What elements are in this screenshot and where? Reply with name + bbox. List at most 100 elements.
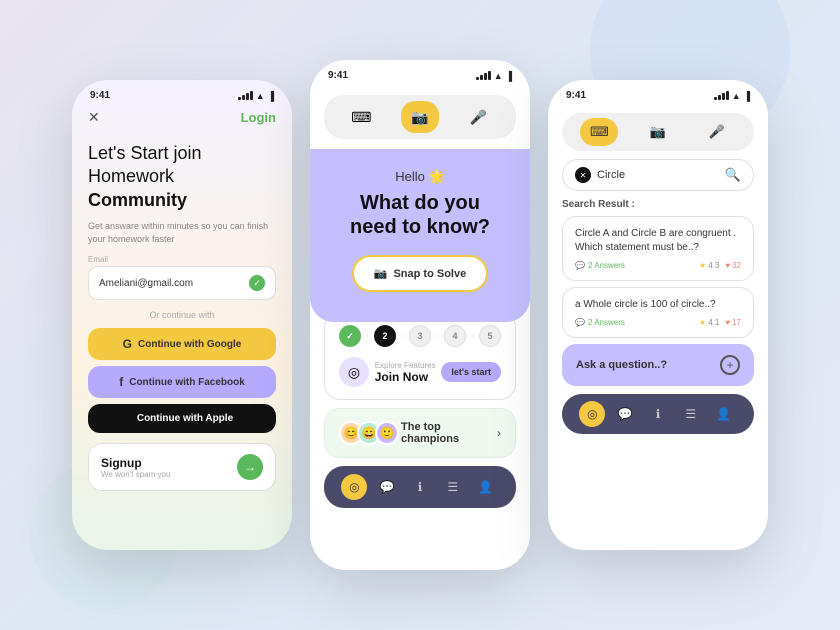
ask-question-card[interactable]: Ask a question..? + xyxy=(562,344,754,386)
nav-info-button[interactable]: ℹ xyxy=(407,474,433,500)
phones-container: 9:41 ▲ ▐ ✕ Login Let's Start joinHomewor… xyxy=(52,40,788,590)
camera-tool-btn-3[interactable]: 📷 xyxy=(639,118,677,146)
camera-tool-button[interactable]: 📷 xyxy=(401,101,439,133)
headline: Let's Start joinHomework Community xyxy=(72,134,292,216)
result-card-1[interactable]: Circle A and Circle B are congruent . Wh… xyxy=(562,216,754,281)
signup-title: Signup xyxy=(101,456,170,470)
nav-chat-button[interactable]: 💬 xyxy=(374,474,400,500)
status-icons-1: ▲ ▐ xyxy=(238,91,274,101)
ask-text: Ask a question..? xyxy=(576,359,667,371)
login-button[interactable]: Login xyxy=(241,110,276,125)
wifi-icon-3: ▲ xyxy=(732,91,741,101)
question-text: What do youneed to know? xyxy=(330,191,510,239)
email-label: Email xyxy=(72,255,292,266)
apple-login-button[interactable]: Continue with Apple xyxy=(88,404,276,433)
signup-subtitle: We won't spam you xyxy=(101,470,170,479)
close-button[interactable]: ✕ xyxy=(88,109,100,126)
heart-icon-1: ♥ xyxy=(725,261,730,270)
steps-row: ✓ 2 3 4 5 xyxy=(339,325,501,347)
clear-search-button[interactable]: ✕ xyxy=(575,167,591,183)
champion-avatar-3: 🙂 xyxy=(375,421,399,445)
battery-icon-1: ▐ xyxy=(268,91,274,101)
facebook-icon: f xyxy=(119,375,123,389)
search-result-label: Search Result : xyxy=(548,199,768,216)
signup-card[interactable]: Signup We won't spam you → xyxy=(88,443,276,491)
status-bar-3: 9:41 ▲ ▐ xyxy=(548,80,768,105)
explore-icon: ◎ xyxy=(339,357,369,387)
facebook-login-button[interactable]: f Continue with Facebook xyxy=(88,366,276,398)
rating-1: ★ 4.3 xyxy=(699,261,719,270)
result-card-2[interactable]: a Whole circle is 100 of circle..? 💬 2 A… xyxy=(562,287,754,338)
search-submit-button[interactable]: 🔍 xyxy=(725,167,741,183)
mic-tool-btn-3[interactable]: 🎤 xyxy=(698,118,736,146)
likes-1: ♥ 32 xyxy=(725,261,741,270)
join-card: ✓ 2 3 4 5 ◎ Explore Features Join Now le… xyxy=(324,312,516,400)
signal-icon-1 xyxy=(238,91,253,100)
champions-arrow: › xyxy=(497,426,501,440)
explore-label: Explore Features xyxy=(375,361,436,370)
snap-camera-icon: 📷 xyxy=(374,267,388,280)
status-time-2: 9:41 xyxy=(328,70,348,81)
lets-start-button[interactable]: let's start xyxy=(441,362,501,382)
status-time-1: 9:41 xyxy=(90,90,110,101)
mic-tool-button[interactable]: 🎤 xyxy=(460,101,498,133)
bottom-nav-2: ◎ 💬 ℹ ☰ 👤 xyxy=(324,466,516,508)
step-3: 3 xyxy=(409,325,431,347)
nav-list-btn-3[interactable]: ☰ xyxy=(678,401,704,427)
question-2: a Whole circle is 100 of circle..? xyxy=(575,298,741,312)
snap-to-solve-button[interactable]: 📷 Snap to Solve xyxy=(352,255,488,292)
phone-snap: 9:41 ▲ ▐ ⌨ 📷 🎤 Hello 🌟 What do youne xyxy=(310,60,530,570)
likes-2: ♥ 17 xyxy=(725,318,741,327)
battery-icon-3: ▐ xyxy=(744,91,750,101)
rating-2: ★ 4.1 xyxy=(699,318,719,327)
nav-home-button[interactable]: ◎ xyxy=(341,474,367,500)
nav-list-button[interactable]: ☰ xyxy=(440,474,466,500)
status-icons-3: ▲ ▐ xyxy=(714,91,750,101)
subtext: Get answare within minutes so you can fi… xyxy=(72,216,292,255)
status-bar-2: 9:41 ▲ ▐ xyxy=(310,60,530,85)
nav-user-button[interactable]: 👤 xyxy=(473,474,499,500)
join-row: ◎ Explore Features Join Now let's start xyxy=(339,357,501,387)
search-input[interactable]: Circle xyxy=(597,169,719,181)
phone-search: 9:41 ▲ ▐ ⌨ 📷 🎤 ✕ Circle 🔍 xyxy=(548,80,768,550)
bottom-nav-3: ◎ 💬 ℹ ☰ 👤 xyxy=(562,394,754,434)
p1-top-bar: ✕ Login xyxy=(72,105,292,134)
email-field[interactable]: Ameliani@gmail.com ✓ xyxy=(88,266,276,300)
keyboard-tool-btn-3[interactable]: ⌨ xyxy=(580,118,618,146)
google-login-button[interactable]: G Continue with Google xyxy=(88,328,276,360)
p3-toolbar: ⌨ 📷 🎤 xyxy=(562,113,754,151)
nav-user-btn-3[interactable]: 👤 xyxy=(711,401,737,427)
keyboard-tool-button[interactable]: ⌨ xyxy=(342,101,380,133)
join-title: Join Now xyxy=(375,370,436,384)
ask-plus-button[interactable]: + xyxy=(720,355,740,375)
search-bar[interactable]: ✕ Circle 🔍 xyxy=(562,159,754,191)
p2-toolbar: ⌨ 📷 🎤 xyxy=(324,95,516,139)
google-icon: G xyxy=(123,337,132,351)
nav-info-btn-3[interactable]: ℹ xyxy=(645,401,671,427)
step-2: 2 xyxy=(374,325,396,347)
signup-arrow-button[interactable]: → xyxy=(237,454,263,480)
email-value: Ameliani@gmail.com xyxy=(99,278,193,289)
question-1: Circle A and Circle B are congruent . Wh… xyxy=(575,227,741,255)
snap-label: Snap to Solve xyxy=(393,268,466,280)
nav-home-btn-3[interactable]: ◎ xyxy=(579,401,605,427)
wifi-icon-2: ▲ xyxy=(494,71,503,81)
signup-info: Signup We won't spam you xyxy=(101,456,170,479)
champions-card[interactable]: 😊 😄 🙂 The top champions › xyxy=(324,408,516,458)
step-line-2 xyxy=(402,335,403,337)
status-icons-2: ▲ ▐ xyxy=(476,71,512,81)
result-meta-2: 💬 2 Answers ★ 4.1 ♥ 17 xyxy=(575,318,741,327)
signal-icon-3 xyxy=(714,91,729,100)
or-text: Or continue with xyxy=(72,310,292,320)
step-line-1 xyxy=(367,335,368,337)
join-text: Explore Features Join Now xyxy=(375,361,436,384)
nav-chat-btn-3[interactable]: 💬 xyxy=(612,401,638,427)
answers-icon-2: 💬 xyxy=(575,318,585,327)
answers-1: 💬 2 Answers xyxy=(575,261,625,270)
rating-value-1: 4.3 xyxy=(708,261,719,270)
likes-count-2: 17 xyxy=(732,318,741,327)
apple-label: Continue with Apple xyxy=(137,413,233,424)
result-meta-1: 💬 2 Answers ★ 4.3 ♥ 32 xyxy=(575,261,741,270)
likes-count-1: 32 xyxy=(732,261,741,270)
step-line-3 xyxy=(437,335,438,337)
